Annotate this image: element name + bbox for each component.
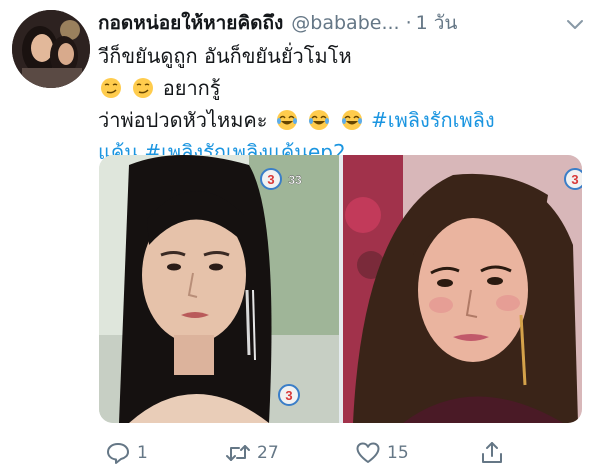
media-photo-right[interactable]: 3 xyxy=(343,155,582,423)
display-name[interactable]: กอดหน่อยให้หายคิดถึง xyxy=(98,8,283,38)
tweet-text-line-2: อยากรู้ xyxy=(98,72,588,104)
media-grid[interactable]: 3 33 3 3 xyxy=(99,155,582,423)
share-button[interactable] xyxy=(479,436,511,470)
reply-icon xyxy=(107,443,129,464)
photo-image: 3 33 3 xyxy=(99,155,339,423)
smirking-face-emoji xyxy=(133,78,154,98)
like-button[interactable]: 15 xyxy=(355,436,409,470)
tweet-text-segment: ว่าพ่อปวดหัวไหมคะ xyxy=(98,108,268,132)
media-photo-left[interactable]: 3 33 3 xyxy=(99,155,339,423)
tweet-text-segment: อยากรู้ xyxy=(162,76,221,100)
smirking-face-emoji xyxy=(101,78,121,98)
channel-logo-text: 3 xyxy=(267,172,274,187)
retweet-count: 27 xyxy=(257,443,279,463)
reply-button[interactable]: 1 xyxy=(105,436,148,470)
chevron-down-icon[interactable] xyxy=(564,13,586,35)
like-count: 15 xyxy=(387,443,409,463)
channel-logo-text: 3 xyxy=(285,388,292,403)
reply-count: 1 xyxy=(137,443,148,463)
avatar-image xyxy=(12,10,90,88)
channel-logo-text: 33 xyxy=(288,173,302,187)
tweet-text-line-3: ว่าพ่อปวดหัวไหมคะ #เพลิงรักเพลิง xyxy=(98,104,588,136)
tears-of-joy-emoji xyxy=(341,110,362,130)
tears-of-joy-emoji xyxy=(276,110,297,130)
tweet-card[interactable]: กอดหน่อยให้หายคิดถึง @bababe... · 1 วัน … xyxy=(0,0,600,475)
tears-of-joy-emoji xyxy=(309,110,330,130)
retweet-icon xyxy=(226,445,250,461)
separator-dot: · xyxy=(405,12,412,34)
heart-icon xyxy=(356,442,380,463)
hashtag-link[interactable]: #เพลิงรักเพลิง xyxy=(371,108,495,132)
avatar[interactable] xyxy=(12,10,90,88)
photo-image: 3 xyxy=(343,155,582,423)
tweet-text-line-1: วีก็ขยันดูถูก อันก็ขยันยั่วโมโห xyxy=(98,40,588,72)
tweet-header: กอดหน่อยให้หายคิดถึง @bababe... · 1 วัน xyxy=(98,6,588,40)
tweet-text: วีก็ขยันดูถูก อันก็ขยันยั่วโมโห อยากรู้ … xyxy=(98,40,588,168)
tweet-text-segment: วีก็ขยันดูถูก อันก็ขยันยั่วโมโห xyxy=(98,44,352,68)
retweet-button[interactable]: 27 xyxy=(225,436,279,470)
tweet-actions: 1 27 15 xyxy=(99,436,582,470)
username-handle[interactable]: @bababe... xyxy=(291,12,399,34)
channel-logo-text: 3 xyxy=(571,172,578,187)
share-icon xyxy=(482,442,502,463)
timestamp[interactable]: 1 วัน xyxy=(416,8,458,38)
